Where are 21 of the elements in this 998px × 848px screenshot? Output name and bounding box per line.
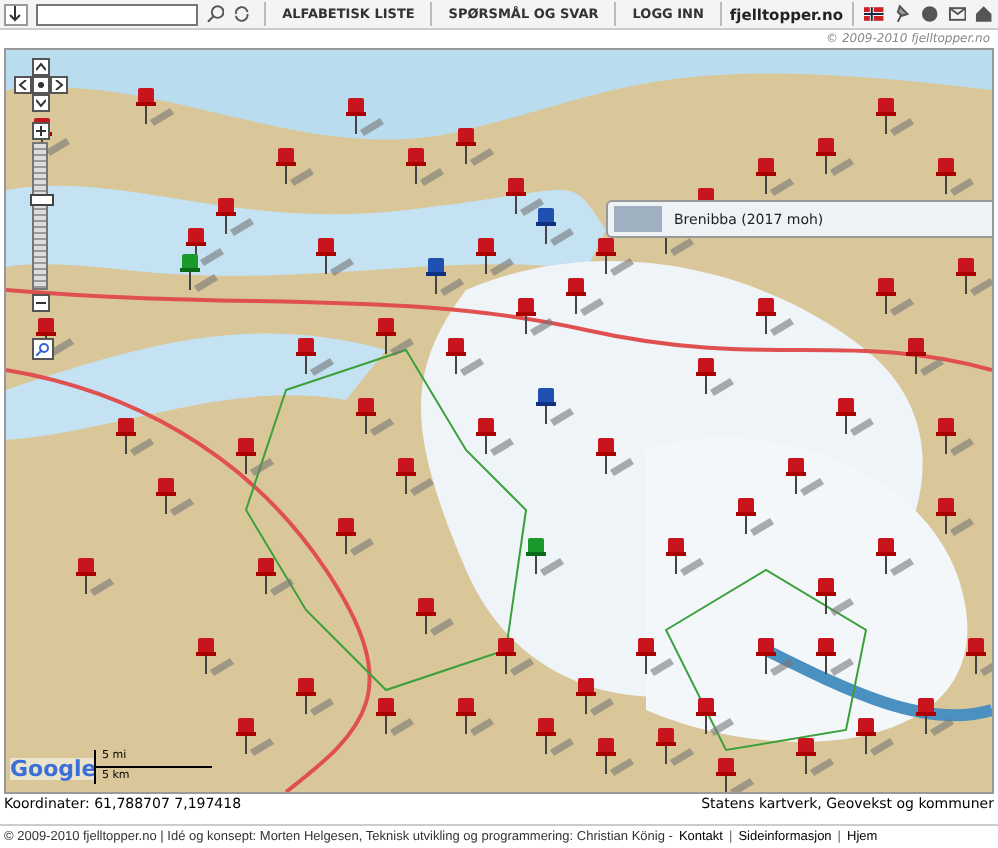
magnifier-icon[interactable] bbox=[32, 338, 54, 360]
pan-down-button[interactable] bbox=[32, 94, 50, 112]
center-button[interactable] bbox=[32, 76, 50, 94]
dot-icon bbox=[36, 80, 46, 90]
minus-icon bbox=[36, 298, 46, 308]
search-field[interactable] bbox=[35, 3, 198, 25]
pan-right-button[interactable] bbox=[50, 76, 68, 94]
zoom-slider-thumb[interactable] bbox=[30, 194, 54, 207]
down-arrow-button[interactable] bbox=[4, 3, 28, 25]
home-icon[interactable] bbox=[974, 4, 994, 24]
photo-placeholder bbox=[614, 206, 662, 232]
pan-up-button[interactable] bbox=[32, 58, 50, 76]
mail-icon[interactable] bbox=[947, 4, 967, 24]
map-logo: Google bbox=[10, 758, 97, 780]
zoom-in-button[interactable] bbox=[32, 122, 50, 140]
zoom-slider[interactable] bbox=[32, 142, 48, 290]
search-icon[interactable] bbox=[205, 4, 225, 24]
refresh-icon[interactable] bbox=[232, 4, 253, 24]
pan-left-button[interactable] bbox=[14, 76, 32, 94]
flag-icon[interactable] bbox=[864, 4, 885, 24]
zoom-out-button[interactable] bbox=[32, 294, 50, 312]
